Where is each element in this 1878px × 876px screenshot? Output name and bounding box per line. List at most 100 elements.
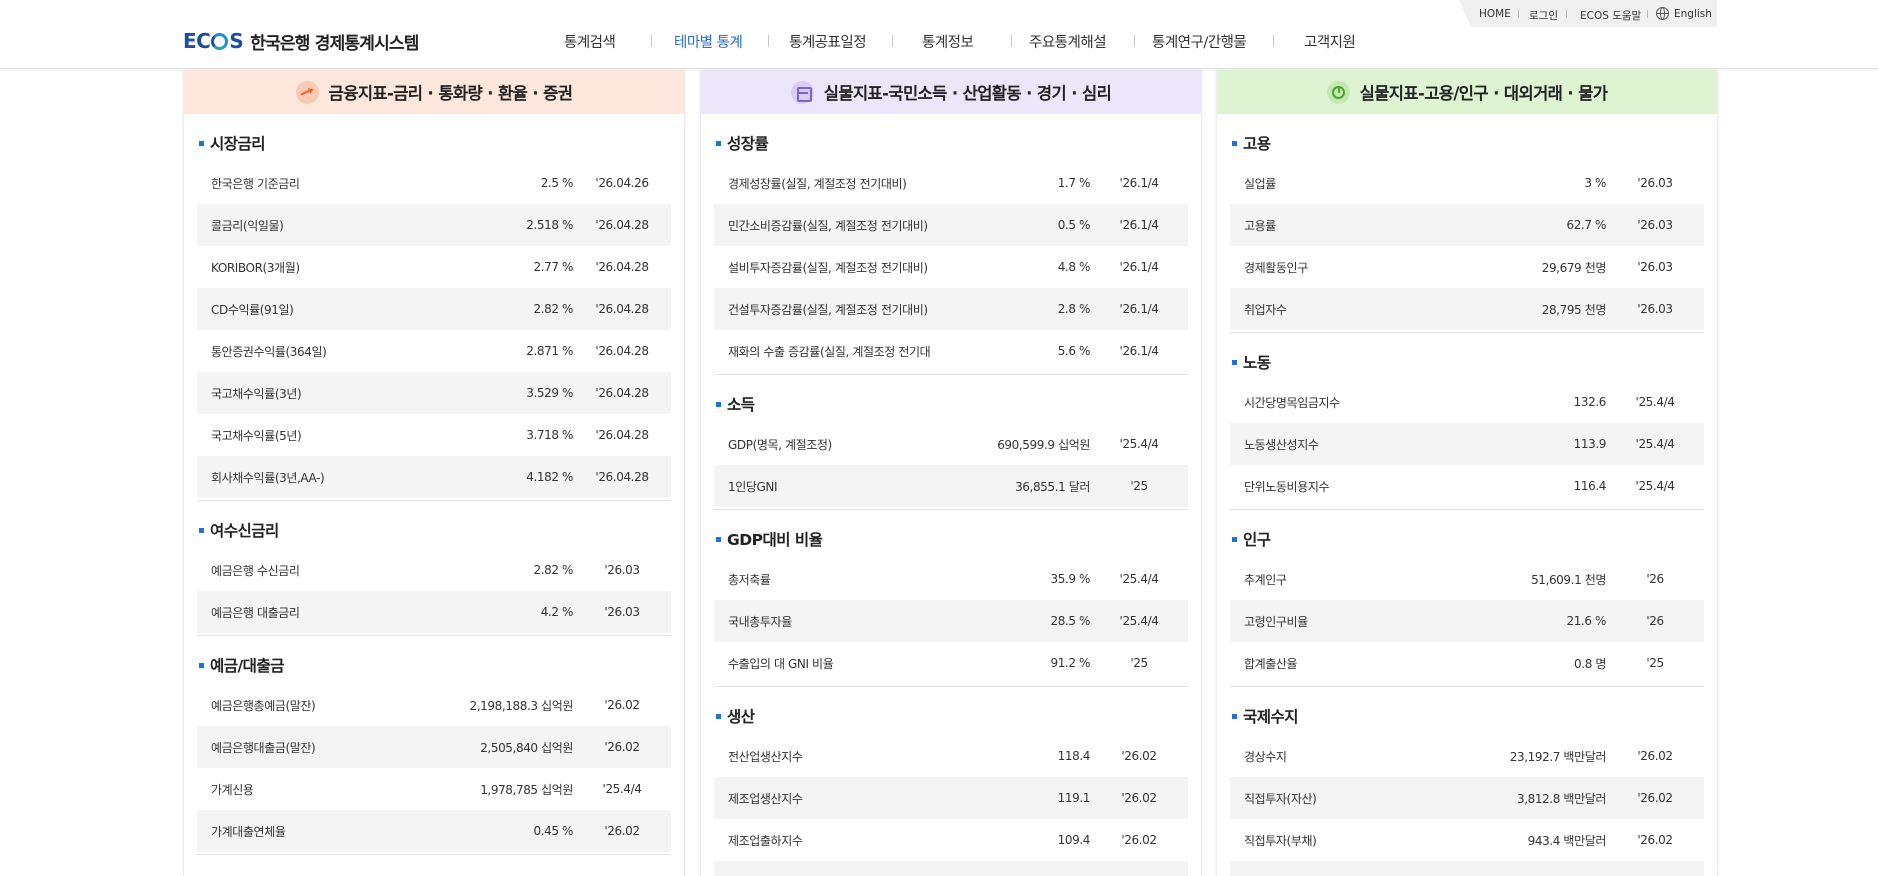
indicator-date: '26.02 — [1121, 749, 1157, 763]
indicator-value: 0.8 명 — [1574, 656, 1606, 671]
indicator-row[interactable]: KORIBOR(3개월) 2.77 % '26.04.28 — [197, 246, 671, 288]
indicator-row[interactable]: 노동생산성지수 113.9 '25.4/4 — [1230, 423, 1704, 465]
indicator-value: 0.45 % — [533, 824, 573, 838]
nav-research-publications[interactable]: 통계연구/간행물 — [1152, 31, 1247, 52]
nav-release-schedule[interactable]: 통계공표일정 — [789, 31, 867, 52]
indicator-value: 3,812.8 백만달러 — [1517, 791, 1606, 806]
indicator-value: 116.4 — [1573, 479, 1607, 493]
indicator-row[interactable]: CD수익률(91일) 2.82 % '26.04.28 — [197, 288, 671, 330]
indicator-row[interactable]: 국고채수익률(3년) 3.529 % '26.04.28 — [197, 372, 671, 414]
nav-customer-support[interactable]: 고객지원 — [1304, 31, 1356, 52]
indicator-row[interactable]: 가계대출연체율 0.45 % '26.02 — [197, 810, 671, 852]
panel-body: 성장률 경제성장률(실질, 계절조정 전기대비) 1.7 % '26.1/4 민간소비증… — [701, 124, 1201, 876]
indicator-row[interactable]: 예금은행 수신금리 2.82 % '26.03 — [197, 549, 671, 591]
indicator-row[interactable]: 합계출산율 0.8 명 '25 — [1230, 642, 1704, 684]
indicator-row[interactable]: 취업자수 28,795 천명 '26.03 — [1230, 288, 1704, 330]
indicator-row[interactable]: 통안증권수익률(364일) 2.871 % '26.04.28 — [197, 330, 671, 372]
indicator-value: 1,978,785 십억원 — [480, 782, 573, 797]
indicator-name: 합계출산율 — [1244, 656, 1298, 671]
indicator-name: 통안증권수익률(364일) — [211, 344, 327, 359]
indicator-row[interactable]: 직접투자(자산) 3,812.8 백만달러 '26.02 — [1230, 777, 1704, 819]
indicator-row[interactable]: 총저축률 35.9 % '25.4/4 — [714, 558, 1188, 600]
indicator-row[interactable]: 재화의 수출 증감률(실질, 계절조정 전기대비) 5.6 % '26.1/4 — [714, 330, 1188, 372]
indicator-row[interactable]: 직접투자(부채) 943.4 백만달러 '26.02 — [1230, 819, 1704, 861]
indicator-date: '26.1/4 — [1119, 218, 1159, 232]
indicator-section: 시장금리 한국은행 기준금리 2.5 % '26.04.26 콜금리(익일물) 2.518… — [197, 124, 671, 501]
indicator-row[interactable]: 제조업생산지수 119.1 '26.02 — [714, 777, 1188, 819]
indicator-date: '26.03 — [604, 605, 640, 619]
panel-title: 실물지표-고용/인구 · 대외거래 · 물가 — [1359, 84, 1608, 103]
indicator-name: 예금은행총예금(말잔) — [211, 698, 316, 713]
indicator-row[interactable]: 예금은행총예금(말잔) 2,198,188.3 십억원 '26.02 — [197, 684, 671, 726]
indicator-row[interactable]: 설비투자증감률(실질, 계절조정 전기대비) 4.8 % '26.1/4 — [714, 246, 1188, 288]
indicator-row[interactable]: 1인당GNI 36,855.1 달러 '25 — [714, 465, 1188, 507]
indicator-row[interactable]: 제조업재고지수107.9'26.02 — [714, 861, 1188, 876]
indicator-name: 추계인구 — [1244, 572, 1287, 587]
indicator-date: '25.4/4 — [602, 782, 642, 796]
indicator-row[interactable]: 고령인구비율 21.6 % '26 — [1230, 600, 1704, 642]
indicator-row[interactable]: 추계인구 51,609.1 천명 '26 — [1230, 558, 1704, 600]
indicator-name: 총저축률 — [728, 572, 771, 587]
indicator-row[interactable]: 경제활동인구 29,679 천명 '26.03 — [1230, 246, 1704, 288]
indicator-row[interactable]: 회사채수익률(3년,AA-) 4.182 % '26.04.28 — [197, 456, 671, 498]
indicator-row[interactable]: 가계신용 1,978,785 십억원 '25.4/4 — [197, 768, 671, 810]
indicator-date: '25 — [1130, 656, 1148, 670]
util-home-link[interactable]: HOME — [1479, 8, 1511, 20]
indicator-row[interactable]: 경제성장률(실질, 계절조정 전기대비) 1.7 % '26.1/4 — [714, 162, 1188, 204]
indicator-row[interactable]: 예금은행 대출금리 4.2 % '26.03 — [197, 591, 671, 633]
indicator-name: GDP(명목, 계절조정) — [728, 437, 832, 452]
indicator-row[interactable]: 실업률 3 % '26.03 — [1230, 162, 1704, 204]
indicator-name: 국고채수익률(5년) — [211, 428, 302, 443]
nav-stat-commentary[interactable]: 주요통계해설 — [1029, 31, 1107, 52]
indicator-value: 36,855.1 달러 — [1015, 479, 1090, 494]
indicator-row[interactable]: 국내총투자율 28.5 % '25.4/4 — [714, 600, 1188, 642]
indicator-name: 단위노동비용지수 — [1244, 479, 1330, 494]
section-title: 인구 — [1230, 520, 1704, 558]
indicator-row[interactable]: 단위노동비용지수 116.4 '25.4/4 — [1230, 465, 1704, 507]
indicator-row[interactable]: 한국은행 기준금리 2.5 % '26.04.26 — [197, 162, 671, 204]
indicator-row[interactable]: 경상수지 23,192.7 백만달러 '26.02 — [1230, 735, 1704, 777]
util-help-link[interactable]: ECOS 도움말 — [1580, 8, 1641, 23]
indicator-value: 62.7 % — [1566, 218, 1606, 232]
nav-divider — [1273, 35, 1274, 47]
indicator-name: 고령인구비율 — [1244, 614, 1308, 629]
indicator-date: '25.4/4 — [1635, 479, 1675, 493]
indicator-section: 성장률 경제성장률(실질, 계절조정 전기대비) 1.7 % '26.1/4 민간소비증… — [714, 124, 1188, 375]
indicator-name: 가계신용 — [211, 782, 254, 797]
indicator-row[interactable]: 전산업생산지수 118.4 '26.02 — [714, 735, 1188, 777]
indicator-value: 3.718 % — [526, 428, 573, 442]
indicator-date: '26 — [1646, 614, 1664, 628]
indicator-row[interactable]: 시간당명목임금지수 132.6 '25.4/4 — [1230, 381, 1704, 423]
nav-stat-info[interactable]: 통계정보 — [922, 31, 974, 52]
indicator-value: 91.2 % — [1050, 656, 1090, 670]
globe-icon — [1656, 7, 1669, 20]
section-title: 통화량 — [197, 865, 671, 876]
indicator-row[interactable]: 민간소비증감률(실질, 계절조정 전기대비) 0.5 % '26.1/4 — [714, 204, 1188, 246]
indicator-name: 예금은행대출금(말잔) — [211, 740, 316, 755]
indicator-name: 민간소비증감률(실질, 계절조정 전기대비) — [728, 218, 928, 233]
nav-stat-search[interactable]: 통계검색 — [564, 31, 616, 52]
indicator-row[interactable]: 수출입의 대 GNI 비율 91.2 % '25 — [714, 642, 1188, 684]
indicator-row[interactable]: 증권투자(자산)8,642.8 백만달러'26.02 — [1230, 861, 1704, 876]
indicator-list: 경제성장률(실질, 계절조정 전기대비) 1.7 % '26.1/4 민간소비증감률(… — [714, 162, 1188, 372]
indicator-row[interactable]: 고용률 62.7 % '26.03 — [1230, 204, 1704, 246]
indicator-row[interactable]: 콜금리(익일물) 2.518 % '26.04.28 — [197, 204, 671, 246]
indicator-value: 0.5 % — [1057, 218, 1091, 232]
indicator-value: 4.2 % — [540, 605, 574, 619]
indicator-row[interactable]: 국고채수익률(5년) 3.718 % '26.04.28 — [197, 414, 671, 456]
indicator-section: 인구 추계인구 51,609.1 천명 '26 고령인구비율 21.6 % '26 합계출산율… — [1230, 520, 1704, 687]
section-title: 노동 — [1230, 343, 1704, 381]
panel-body: 고용 실업률 3 % '26.03 고용률 62.7 % '26.03 경제활동인구 29,67… — [1217, 124, 1717, 876]
indicator-row[interactable]: GDP(명목, 계절조정) 690,599.9 십억원 '25.4/4 — [714, 423, 1188, 465]
indicator-name: 실업률 — [1244, 176, 1276, 191]
indicator-date: '26.04.28 — [595, 386, 649, 400]
indicator-section: 소득 GDP(명목, 계절조정) 690,599.9 십억원 '25.4/4 1인당GN… — [714, 385, 1188, 510]
nav-theme-stats[interactable]: 테마별 통계 — [674, 31, 743, 52]
util-english-link[interactable]: English — [1674, 8, 1712, 20]
util-login-link[interactable]: 로그인 — [1529, 8, 1558, 23]
indicator-row[interactable]: 건설투자증감률(실질, 계절조정 전기대비) 2.8 % '26.1/4 — [714, 288, 1188, 330]
indicator-row[interactable]: 제조업출하지수 109.4 '26.02 — [714, 819, 1188, 861]
indicator-date: '26.02 — [1121, 791, 1157, 805]
indicator-value: 23,192.7 백만달러 — [1509, 749, 1607, 764]
indicator-row[interactable]: 예금은행대출금(말잔) 2,505,840 십억원 '26.02 — [197, 726, 671, 768]
